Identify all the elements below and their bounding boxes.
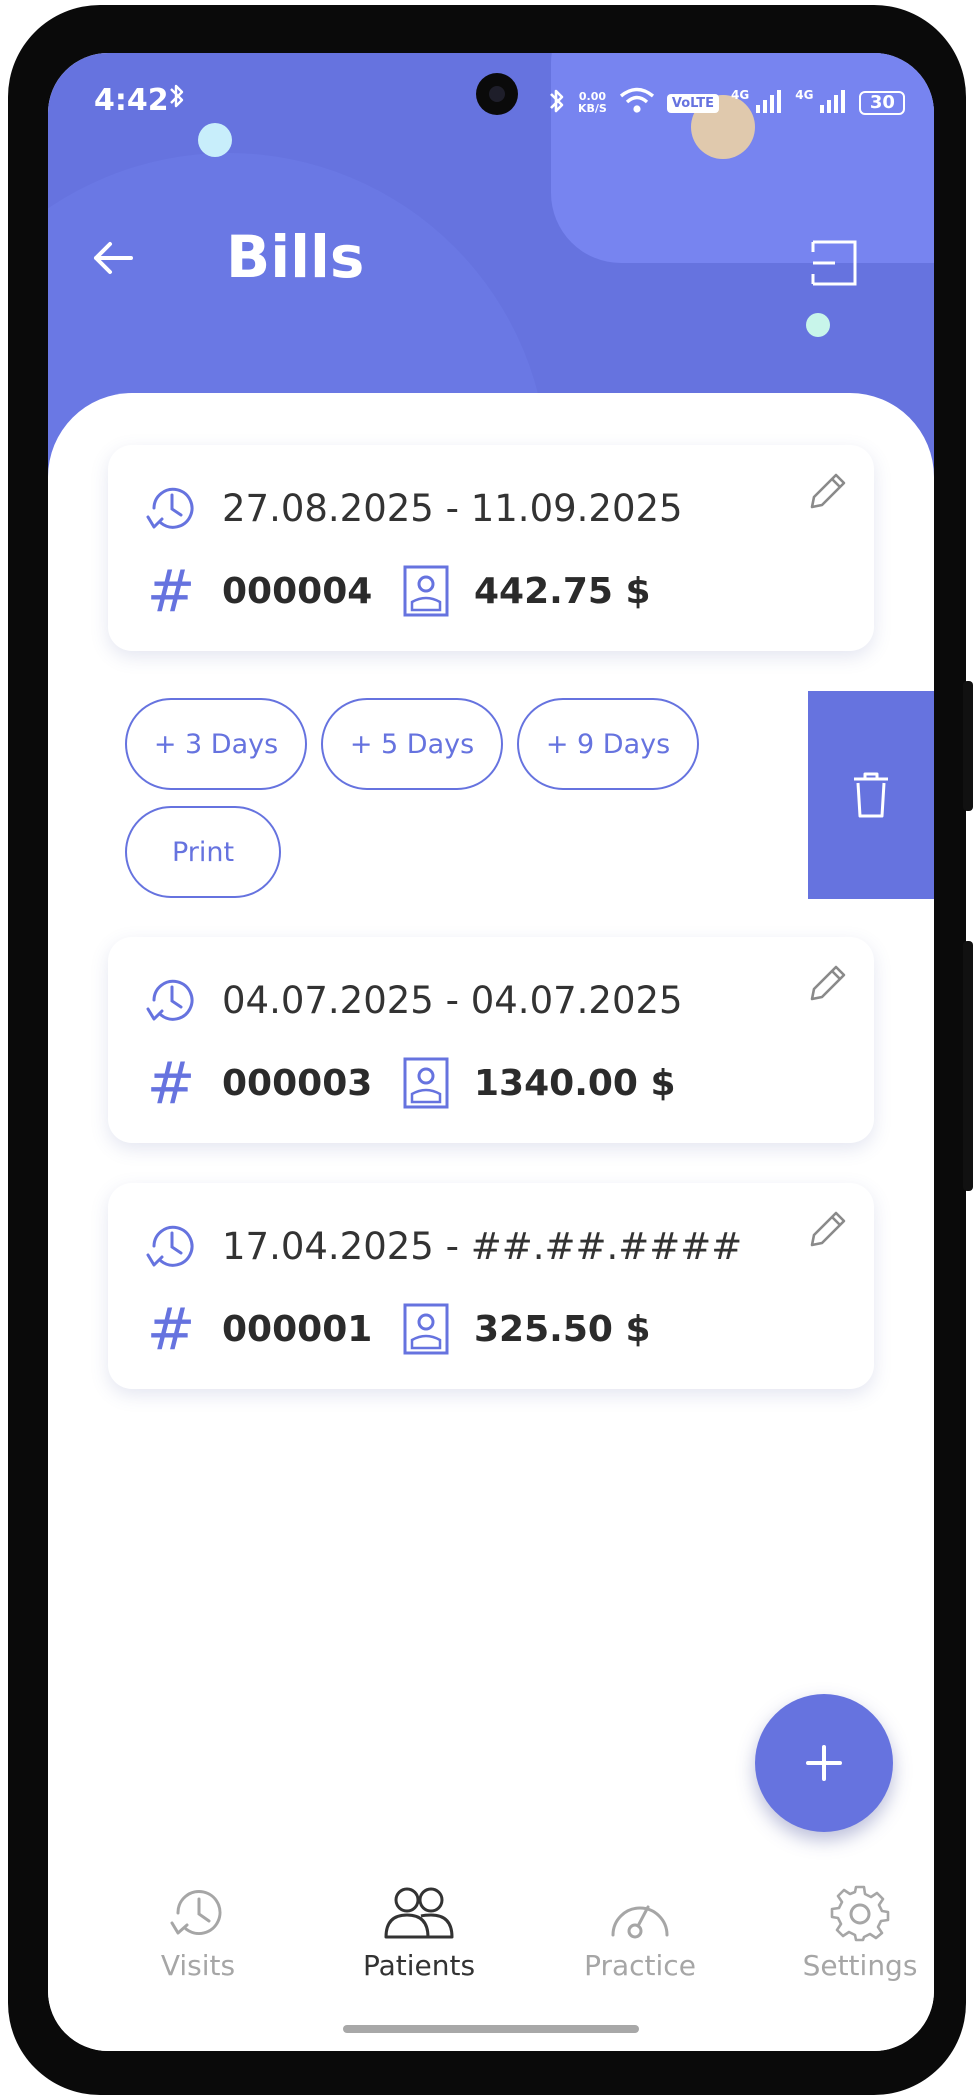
banknote-icon <box>403 565 449 617</box>
nav-item-visits[interactable]: Visits <box>98 1883 298 1982</box>
extend-3-days-button[interactable]: + 3 Days <box>125 698 307 790</box>
bill-amount: 442.75 $ <box>474 570 651 612</box>
power-button <box>963 941 973 1191</box>
decor-dot <box>806 313 830 337</box>
nav-label: Practice <box>584 1949 696 1982</box>
nav-item-practice[interactable]: Practice <box>540 1883 740 1982</box>
nav-label: Settings <box>802 1949 918 1982</box>
screen: 4:42 0.00 KB/S VoLTE 4G 4G 30 Bills 27.0… <box>48 53 934 2051</box>
hash-icon: # <box>146 1049 196 1117</box>
bill-number: 000003 <box>222 1062 373 1104</box>
edit-button[interactable] <box>806 961 850 1005</box>
edit-button[interactable] <box>806 1207 850 1251</box>
data-speed: 0.00 KB/S <box>578 90 607 115</box>
signal-icon <box>755 89 783 117</box>
arrow-left-icon <box>94 242 133 274</box>
status-icons: 0.00 KB/S VoLTE 4G 4G 30 <box>548 83 906 123</box>
bluetooth-icon <box>168 81 186 115</box>
bill-amount: 325.50 $ <box>474 1308 651 1350</box>
bill-number: 000001 <box>222 1308 373 1350</box>
page-title: Bills <box>226 223 365 291</box>
bill-amount: 1340.00 $ <box>474 1062 676 1104</box>
bill-number: 000004 <box>222 570 373 612</box>
extend-9-days-button[interactable]: + 9 Days <box>517 698 699 790</box>
volte-badge: VoLTE <box>666 93 720 113</box>
history-icon <box>146 979 194 1021</box>
nav-item-patients[interactable]: Patients <box>319 1883 519 1982</box>
wifi-icon <box>619 87 655 119</box>
status-time: 4:42 <box>94 83 169 118</box>
bill-date-range: 04.07.2025 - 04.07.2025 <box>222 978 683 1022</box>
front-camera <box>476 73 518 115</box>
extend-5-days-button[interactable]: + 5 Days <box>321 698 503 790</box>
add-bill-button[interactable] <box>755 1694 893 1832</box>
bluetooth-icon <box>548 86 566 120</box>
nav-label: Visits <box>160 1949 236 1982</box>
gauge-icon <box>611 1905 669 1939</box>
people-icon <box>384 1887 454 1939</box>
bill-date-range: 27.08.2025 - 11.09.2025 <box>222 486 683 530</box>
nav-item-settings[interactable]: Settings <box>760 1883 934 1982</box>
volume-button <box>963 681 973 811</box>
pencil-icon <box>810 1211 846 1247</box>
trash-icon <box>854 772 888 818</box>
hash-icon: # <box>146 1295 196 1363</box>
banknote-icon <box>403 1057 449 1109</box>
edit-button[interactable] <box>806 469 850 513</box>
bill-card[interactable]: 17.04.2025 - ##.##.#### # 000001 325.50 … <box>108 1183 874 1389</box>
home-indicator[interactable] <box>343 2025 639 2033</box>
clock-icon <box>170 1890 222 1935</box>
back-button[interactable] <box>78 223 148 293</box>
bill-card[interactable]: 04.07.2025 - 04.07.2025 # 000003 1340.00… <box>108 937 874 1143</box>
print-button[interactable]: Print <box>125 806 281 898</box>
battery-percent: 30 <box>869 92 895 113</box>
pencil-icon <box>810 473 846 509</box>
network-type-2: 4G <box>795 88 814 102</box>
plus-icon <box>806 1745 842 1781</box>
nav-label: Patients <box>362 1949 476 1982</box>
logout-icon <box>811 240 857 286</box>
network-type-1: 4G <box>731 88 750 102</box>
status-bar: 4:42 0.00 KB/S VoLTE 4G 4G 30 <box>48 53 934 149</box>
history-icon <box>146 1225 194 1267</box>
gear-icon <box>830 1885 890 1942</box>
logout-button[interactable] <box>804 233 864 293</box>
history-icon <box>146 487 194 529</box>
signal-icon <box>819 89 847 117</box>
bottom-navigation: Visits Patients Practice Settings <box>48 1883 934 2023</box>
delete-button[interactable] <box>808 691 934 899</box>
hash-icon: # <box>146 557 196 625</box>
bill-card[interactable]: 27.08.2025 - 11.09.2025 # 000004 442.75 … <box>108 445 874 651</box>
phone-frame: 4:42 0.00 KB/S VoLTE 4G 4G 30 Bills 27.0… <box>8 5 973 2095</box>
bill-date-range: 17.04.2025 - ##.##.#### <box>222 1224 743 1268</box>
pencil-icon <box>810 965 846 1001</box>
banknote-icon <box>403 1303 449 1355</box>
battery-icon: 30 <box>859 91 906 115</box>
